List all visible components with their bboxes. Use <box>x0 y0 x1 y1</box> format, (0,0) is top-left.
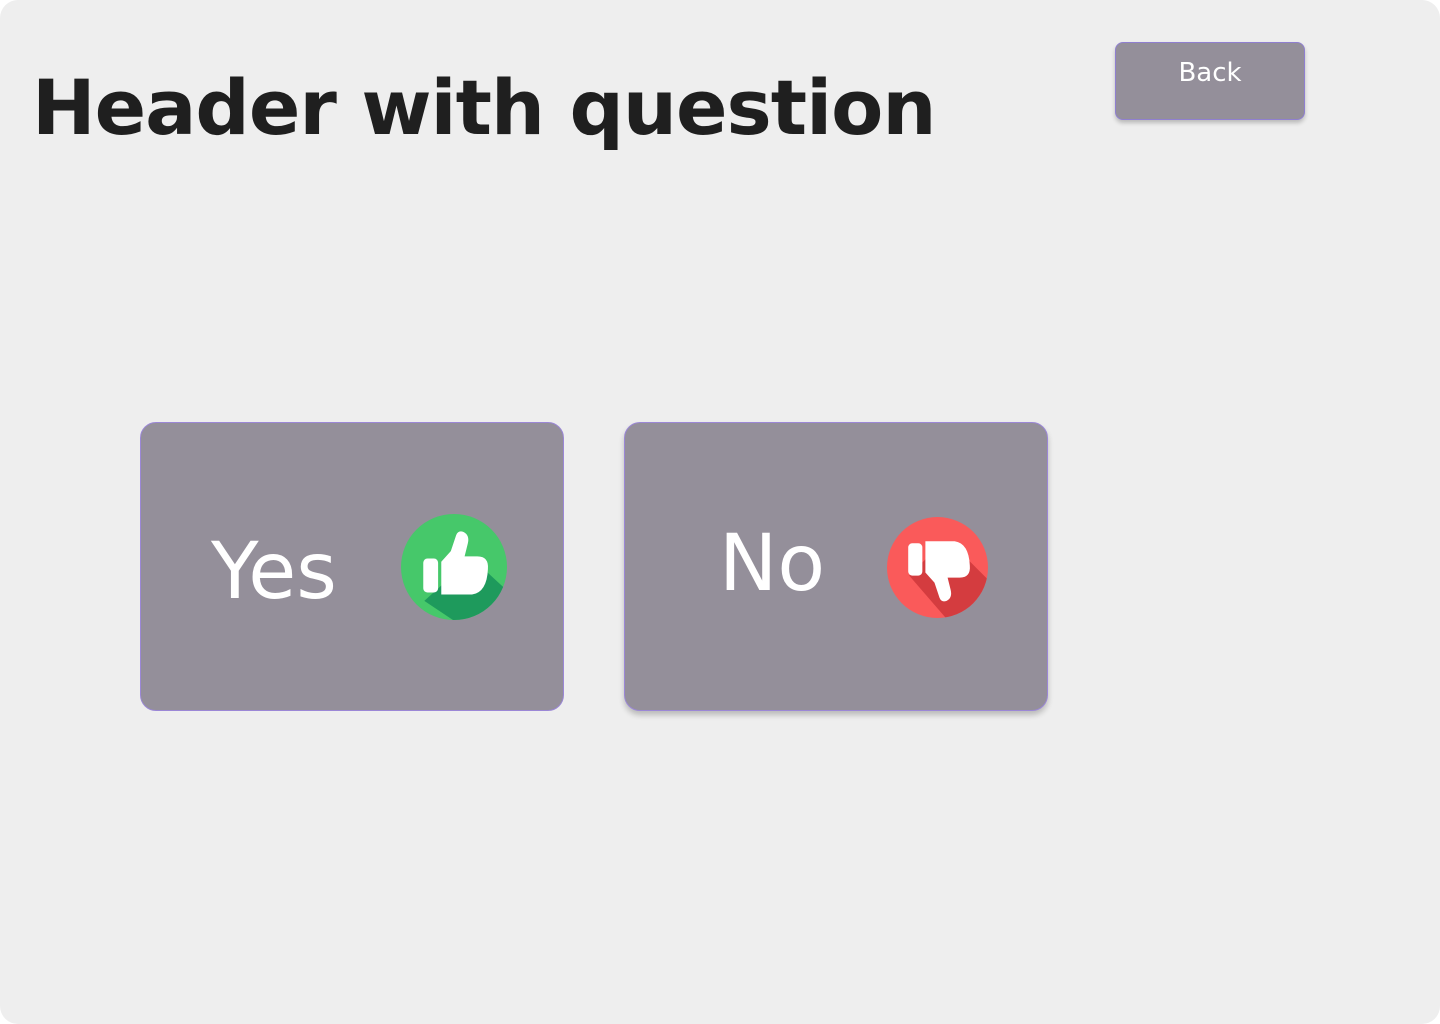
yes-button[interactable]: Yes <box>140 422 564 711</box>
thumbs-down-icon <box>887 517 988 618</box>
no-button[interactable]: No <box>624 422 1048 711</box>
back-button-label: Back <box>1178 58 1242 88</box>
back-button[interactable]: Back <box>1115 42 1305 120</box>
question-screen: Header with question Back Yes No <box>0 0 1440 1024</box>
thumbs-up-icon <box>401 514 507 620</box>
no-button-label: No <box>719 519 826 609</box>
page-title: Header with question <box>32 63 936 152</box>
yes-button-label: Yes <box>211 527 337 617</box>
